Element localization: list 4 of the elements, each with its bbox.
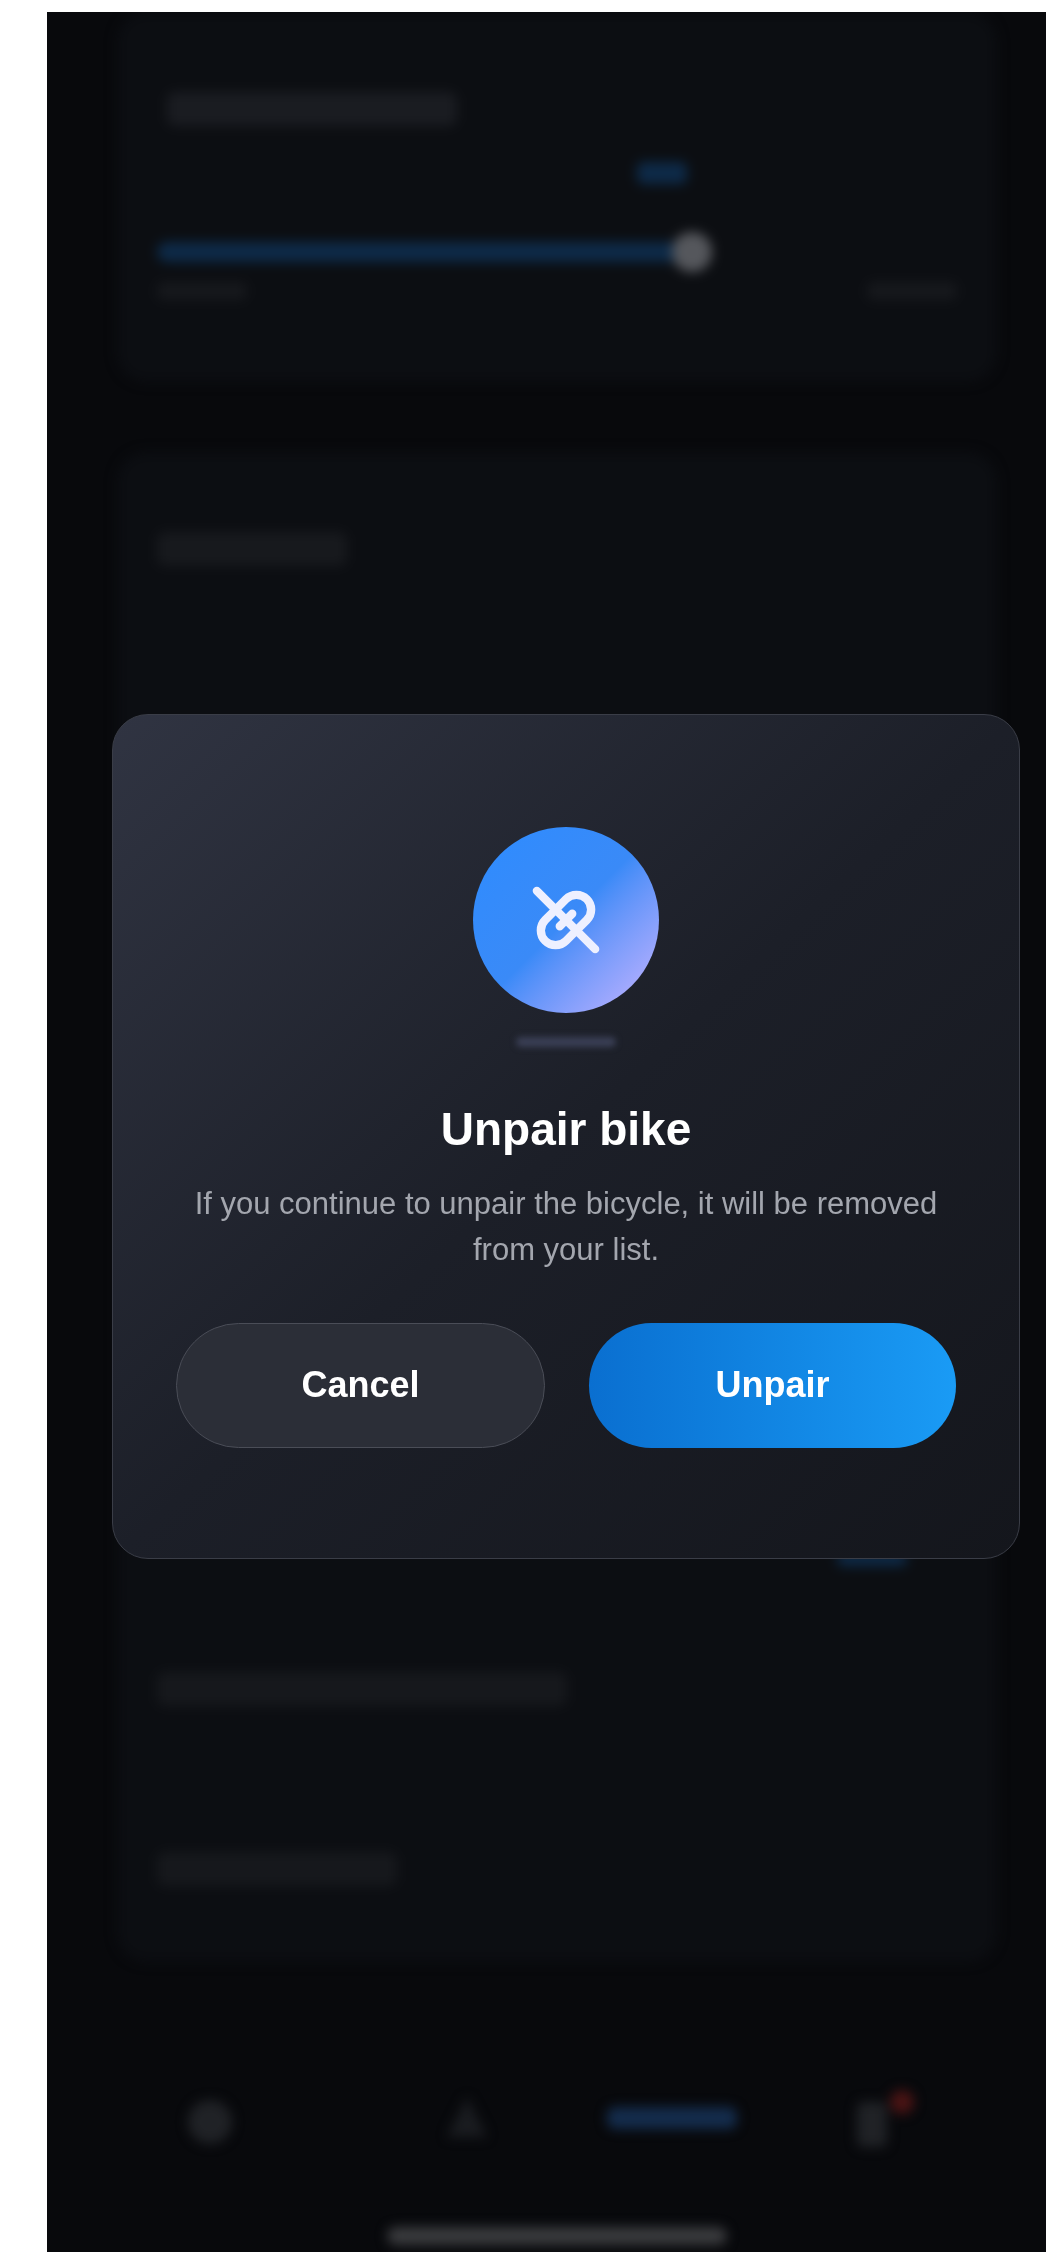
unpair-button[interactable]: Unpair — [589, 1322, 956, 1448]
cancel-button[interactable]: Cancel — [176, 1322, 545, 1448]
dialog-message: If you continue to unpair the bicycle, it will be removed from your list. — [193, 1184, 939, 1269]
dialog-title: Unpair bike — [440, 1102, 692, 1157]
